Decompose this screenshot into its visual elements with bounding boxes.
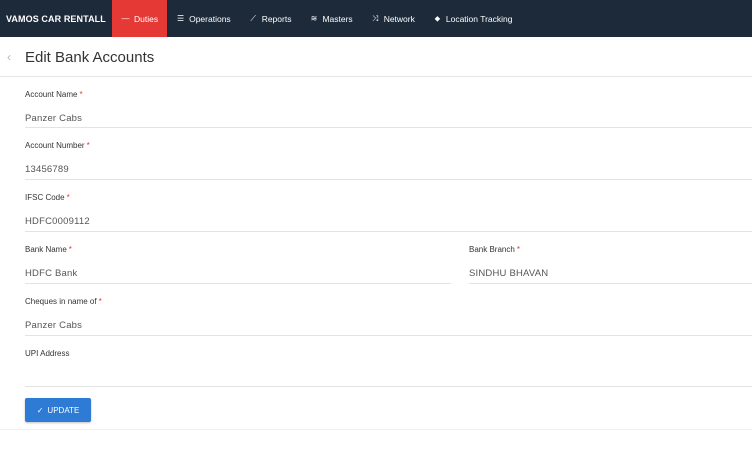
list-icon: ☰	[177, 13, 185, 23]
input-underline	[469, 283, 752, 284]
bank-name-input[interactable]: HDFC Bank	[25, 268, 451, 280]
input-underline	[25, 283, 451, 284]
shuffle-icon: ⤨	[371, 13, 379, 23]
bank-branch-input[interactable]: SINDHU BHAVAN	[469, 268, 752, 280]
line-chart-icon: ⟋	[250, 13, 256, 23]
account-name-input[interactable]: Panzer Cabs	[25, 113, 752, 125]
label-text: Account Name	[25, 90, 78, 99]
nav-label: Network	[383, 13, 415, 24]
label-text: Bank Name	[25, 245, 67, 254]
required-marker: *	[86, 141, 90, 150]
page-header: ‹ Edit Bank Accounts	[0, 37, 752, 77]
stack-icon: ≋	[310, 13, 318, 23]
nav-label: Duties	[134, 13, 159, 24]
page-title: Edit Bank Accounts	[25, 49, 155, 66]
divider	[0, 429, 752, 430]
nav-item-network[interactable]: ⤨ Network	[362, 0, 424, 37]
required-marker: *	[98, 297, 102, 306]
ifsc-code-input[interactable]: HDFC0009112	[25, 216, 752, 228]
input-underline	[25, 386, 752, 387]
update-label: UPDATE	[47, 405, 80, 415]
nav-label: Masters	[322, 13, 353, 24]
account-number-field[interactable]: Account Number * 13456789	[25, 141, 752, 180]
field-label: Bank Branch *	[469, 245, 752, 255]
input-underline	[25, 335, 752, 336]
required-marker: *	[79, 90, 83, 99]
required-marker: *	[66, 193, 70, 202]
label-text: Account Number	[25, 141, 85, 150]
back-chevron-icon[interactable]: ‹	[7, 51, 17, 63]
upi-address-field[interactable]: UPI Address	[25, 349, 752, 387]
brand-logo-text[interactable]: VAMOS CAR RENTALL	[0, 0, 112, 37]
page-content: ‹ Edit Bank Accounts Account Name * Panze…	[0, 37, 752, 453]
required-marker: *	[516, 245, 520, 254]
input-underline	[25, 231, 752, 232]
field-label: IFSC Code *	[25, 193, 752, 203]
map-pin-icon: ⬥	[434, 13, 441, 23]
label-text: UPI Address	[25, 349, 70, 358]
label-text: Bank Branch	[469, 245, 515, 254]
update-button[interactable]: ✓ UPDATE	[25, 398, 91, 422]
required-marker: *	[68, 245, 72, 254]
nav-item-masters[interactable]: ≋ Masters	[300, 0, 361, 37]
ifsc-code-field[interactable]: IFSC Code * HDFC0009112	[25, 193, 752, 232]
bank-name-field[interactable]: Bank Name * HDFC Bank	[25, 245, 451, 284]
field-label: Cheques in name of *	[25, 297, 752, 307]
label-text: IFSC Code	[25, 193, 65, 202]
cheques-name-input[interactable]: Panzer Cabs	[25, 320, 752, 332]
label-text: Cheques in name of	[25, 297, 97, 306]
nav-item-duties[interactable]: — Duties	[112, 0, 168, 37]
nav-item-reports[interactable]: ⟋ Reports	[240, 0, 301, 37]
account-number-input[interactable]: 13456789	[25, 164, 752, 176]
field-label: Account Name *	[25, 90, 752, 100]
nav-item-location-tracking[interactable]: ⬥ Location Tracking	[424, 0, 522, 37]
nav-label: Operations	[189, 13, 231, 24]
field-label: Account Number *	[25, 141, 752, 151]
upi-address-input[interactable]	[25, 372, 752, 384]
nav-item-operations[interactable]: ☰ Operations	[167, 0, 240, 37]
field-label: Bank Name *	[25, 245, 451, 255]
cheques-name-field[interactable]: Cheques in name of * Panzer Cabs	[25, 297, 752, 336]
nav-label: Reports	[261, 13, 292, 24]
input-underline	[25, 127, 752, 128]
account-name-field[interactable]: Account Name * Panzer Cabs	[25, 90, 752, 128]
input-underline	[25, 179, 752, 180]
minus-icon: —	[121, 13, 130, 23]
field-label: UPI Address	[25, 349, 752, 359]
top-navbar: VAMOS CAR RENTALL — Duties ☰ Operations …	[0, 0, 752, 37]
nav-label: Location Tracking	[445, 13, 513, 24]
check-icon: ✓	[36, 405, 44, 415]
bank-branch-field[interactable]: Bank Branch * SINDHU BHAVAN	[469, 245, 752, 284]
